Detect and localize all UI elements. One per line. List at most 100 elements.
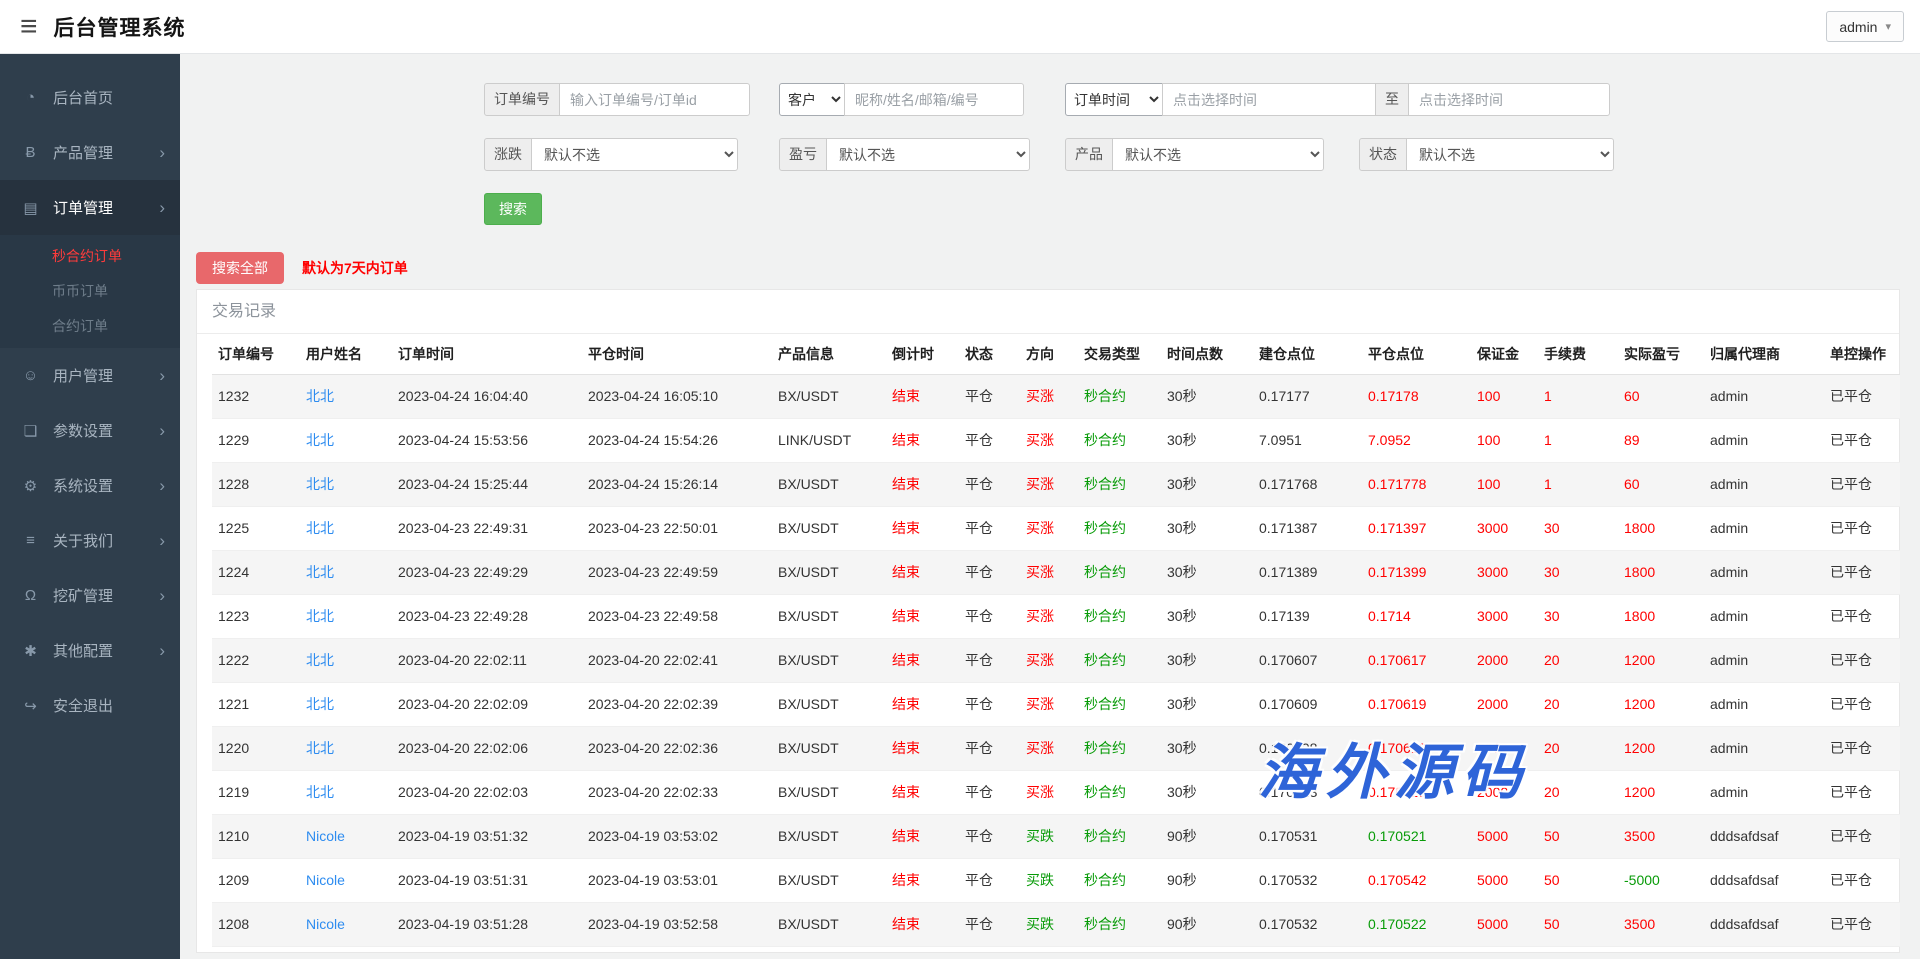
logout-icon: ↪ <box>20 697 41 715</box>
cell-close_time: 2023-04-24 15:54:26 <box>582 418 772 462</box>
column-header: 平仓时间 <box>582 334 772 374</box>
table-row: 1228北北2023-04-24 15:25:442023-04-24 15:2… <box>212 462 1900 506</box>
cell-open_price: 0.170613 <box>1253 770 1362 814</box>
cell-product: BX/USDT <box>772 770 886 814</box>
cell-username[interactable]: 北北 <box>300 638 392 682</box>
cell-trade_type: 秒合约 <box>1078 594 1161 638</box>
cell-username[interactable]: Nicole <box>300 814 392 858</box>
sidebar-subitem-coin-orders[interactable]: 币币订单 <box>0 274 180 309</box>
sidebar-item-users[interactable]: ☺用户管理› <box>0 348 180 403</box>
cell-margin: 100 <box>1471 418 1538 462</box>
sidebar-item-home[interactable]: ◔后台首页 <box>0 70 180 125</box>
cell-username[interactable]: 北北 <box>300 418 392 462</box>
cell-countdown: 结束 <box>886 902 959 946</box>
sidebar-item-label: 产品管理 <box>53 142 113 163</box>
table-row: 1210Nicole2023-04-19 03:51:322023-04-19 … <box>212 814 1900 858</box>
cell-fee: 30 <box>1538 594 1618 638</box>
cell-close_time: 2023-04-20 22:02:33 <box>582 770 772 814</box>
table-row: 1219北北2023-04-20 22:02:032023-04-20 22:0… <box>212 770 1900 814</box>
sidebar-subitem-contract-orders[interactable]: 合约订单 <box>0 309 180 344</box>
column-header: 状态 <box>959 334 1020 374</box>
sidebar-item-label: 其他配置 <box>53 640 113 661</box>
cell-agent: dddsafdsaf <box>1704 902 1824 946</box>
cell-direction: 买涨 <box>1020 770 1078 814</box>
cell-pnl: 3500 <box>1618 902 1704 946</box>
user-dropdown[interactable]: admin ▾ <box>1826 11 1904 42</box>
status-select[interactable]: 默认不选 <box>1406 138 1614 171</box>
time-start-input[interactable] <box>1162 83 1376 116</box>
cell-close_price: 0.170522 <box>1362 902 1471 946</box>
customer-select[interactable]: 客户 <box>779 83 845 116</box>
chevron-right-icon: › <box>159 532 165 549</box>
cell-agent: admin <box>1704 682 1824 726</box>
sidebar-item-label: 订单管理 <box>53 197 113 218</box>
search-button[interactable]: 搜索 <box>484 193 542 225</box>
cell-margin: 2000 <box>1471 682 1538 726</box>
status-label: 状态 <box>1359 138 1407 171</box>
cell-pnl: 1800 <box>1618 594 1704 638</box>
bell-icon: Ω <box>20 587 41 604</box>
sidebar-item-other[interactable]: ✱其他配置› <box>0 623 180 678</box>
cell-product: BX/USDT <box>772 462 886 506</box>
sidebar-item-about[interactable]: ≡关于我们› <box>0 513 180 568</box>
cell-fee: 20 <box>1538 638 1618 682</box>
cell-username[interactable]: 北北 <box>300 726 392 770</box>
cell-fee: 20 <box>1538 770 1618 814</box>
cell-time_points: 30秒 <box>1161 638 1253 682</box>
document-icon: ❏ <box>20 422 41 440</box>
cell-agent: admin <box>1704 726 1824 770</box>
cell-order_no: 1223 <box>212 594 300 638</box>
cell-username[interactable]: 北北 <box>300 506 392 550</box>
customer-input[interactable] <box>844 83 1024 116</box>
sidebar-item-products[interactable]: Ƀ产品管理› <box>0 125 180 180</box>
cell-username[interactable]: 北北 <box>300 682 392 726</box>
cell-agent: admin <box>1704 374 1824 418</box>
cell-username[interactable]: 北北 <box>300 374 392 418</box>
chevron-right-icon: › <box>159 367 165 384</box>
cell-status: 平仓 <box>959 902 1020 946</box>
cell-trade_type: 秒合约 <box>1078 858 1161 902</box>
pnl-select[interactable]: 默认不选 <box>826 138 1030 171</box>
sidebar-subitem-second-contract-orders[interactable]: 秒合约订单 <box>0 239 180 274</box>
search-all-button[interactable]: 搜索全部 <box>196 252 284 284</box>
sidebar-item-mining[interactable]: Ω挖矿管理› <box>0 568 180 623</box>
cell-time_points: 90秒 <box>1161 858 1253 902</box>
sidebar-item-system[interactable]: ⚙系统设置› <box>0 458 180 513</box>
updown-select[interactable]: 默认不选 <box>531 138 738 171</box>
cell-username[interactable]: 北北 <box>300 550 392 594</box>
cell-close_price: 0.170619 <box>1362 682 1471 726</box>
menu-icon[interactable]: ≡ <box>20 12 38 42</box>
cell-username[interactable]: Nicole <box>300 902 392 946</box>
cell-countdown: 结束 <box>886 550 959 594</box>
cell-username[interactable]: Nicole <box>300 858 392 902</box>
time-end-input[interactable] <box>1408 83 1610 116</box>
product-select[interactable]: 默认不选 <box>1112 138 1324 171</box>
cell-product: BX/USDT <box>772 594 886 638</box>
order-time-select[interactable]: 订单时间 <box>1065 83 1163 116</box>
sidebar-item-params[interactable]: ❏参数设置› <box>0 403 180 458</box>
sidebar-item-label: 用户管理 <box>53 365 113 386</box>
cell-trade_type: 秒合约 <box>1078 462 1161 506</box>
status-filter: 状态 默认不选 <box>1359 138 1614 171</box>
chevron-right-icon: › <box>159 199 165 216</box>
cell-margin: 2000 <box>1471 770 1538 814</box>
cell-username[interactable]: 北北 <box>300 594 392 638</box>
cell-order_time: 2023-04-23 22:49:29 <box>392 550 582 594</box>
order-no-input[interactable] <box>559 83 750 116</box>
cell-order_time: 2023-04-20 22:02:09 <box>392 682 582 726</box>
cell-username[interactable]: 北北 <box>300 770 392 814</box>
cell-pnl: 1800 <box>1618 506 1704 550</box>
cell-direction: 买涨 <box>1020 594 1078 638</box>
sidebar-item-label: 关于我们 <box>53 530 113 551</box>
sidebar-submenu: 秒合约订单币币订单合约订单 <box>0 235 180 348</box>
cell-agent: admin <box>1704 638 1824 682</box>
cell-order_time: 2023-04-24 15:25:44 <box>392 462 582 506</box>
sidebar-item-orders[interactable]: ▤订单管理› <box>0 180 180 235</box>
cell-close_price: 0.171397 <box>1362 506 1471 550</box>
cell-product: BX/USDT <box>772 638 886 682</box>
cell-margin: 5000 <box>1471 858 1538 902</box>
sidebar-item-logout[interactable]: ↪安全退出 <box>0 678 180 733</box>
cell-username[interactable]: 北北 <box>300 462 392 506</box>
cell-status: 平仓 <box>959 506 1020 550</box>
cell-order_no: 1224 <box>212 550 300 594</box>
